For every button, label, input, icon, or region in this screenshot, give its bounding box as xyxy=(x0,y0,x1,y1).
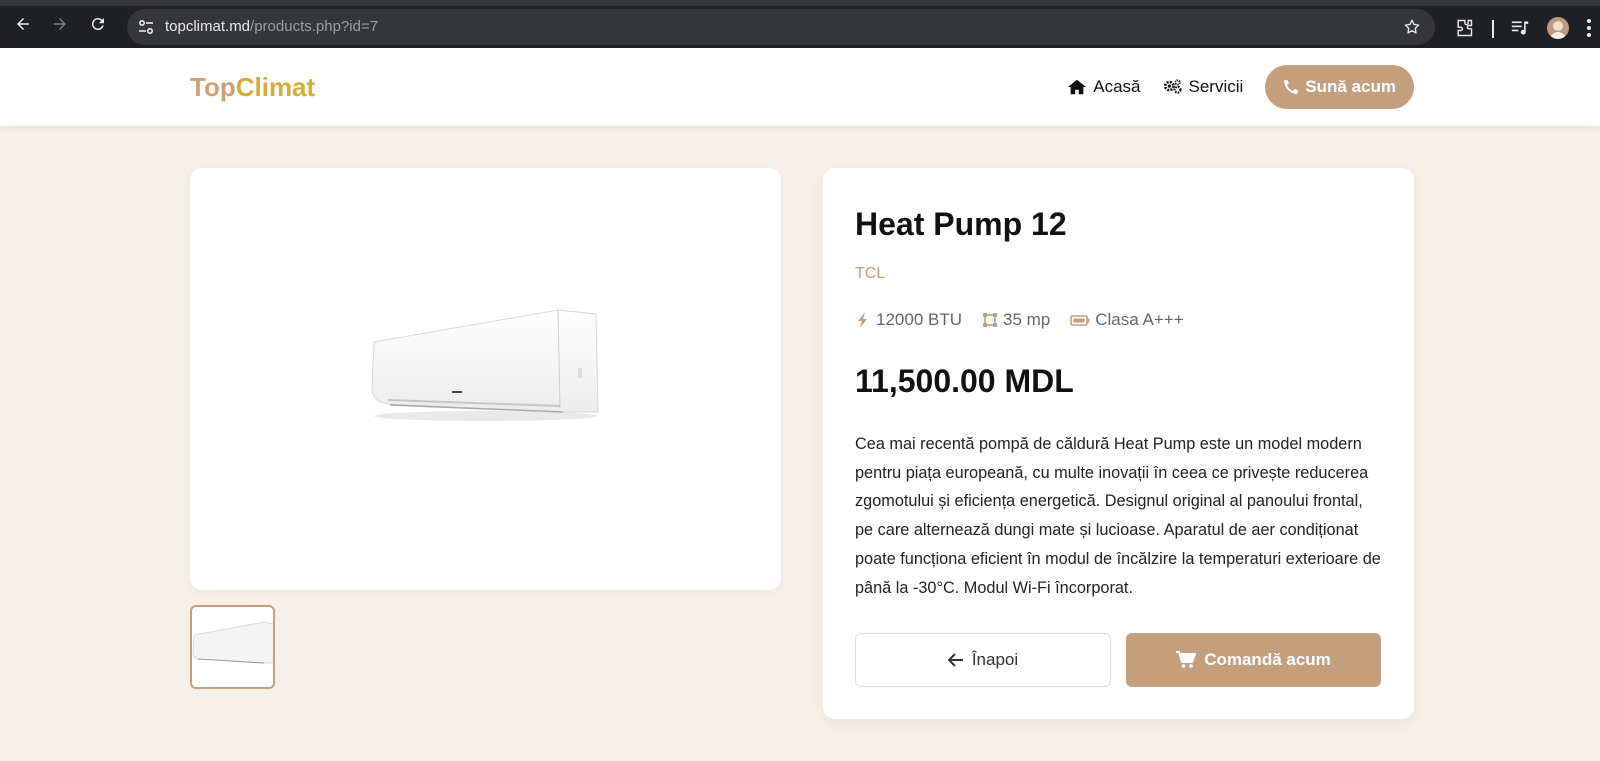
area-icon xyxy=(983,313,997,327)
forward-nav-icon[interactable] xyxy=(48,12,72,36)
profile-avatar[interactable] xyxy=(1547,17,1569,39)
call-now-label: Sună acum xyxy=(1305,77,1396,96)
spec-btu-label: 12000 BTU xyxy=(876,310,962,329)
media-control-icon[interactable] xyxy=(1510,19,1530,37)
cart-icon xyxy=(1176,651,1197,668)
product-image-card xyxy=(190,168,781,590)
address-bar[interactable]: topclimat.md/products.php?id=7 xyxy=(127,9,1435,45)
nav-services-label: Servicii xyxy=(1188,77,1244,96)
product-info-card: Heat Pump 12 TCL 12000 BTU 35 mp Clasa A… xyxy=(823,168,1414,719)
product-specs: 12000 BTU 35 mp Clasa A+++ xyxy=(855,310,1184,330)
more-menu-icon[interactable] xyxy=(1586,18,1592,38)
product-description: Cea mai recentă pompă de căldură Heat Pu… xyxy=(855,435,1381,597)
main-nav: Acasă Servicii Sună acum xyxy=(1067,65,1414,109)
bolt-icon xyxy=(858,312,867,328)
extensions-icon[interactable] xyxy=(1454,18,1474,38)
site-settings-icon[interactable] xyxy=(137,19,155,35)
nav-services[interactable]: Servicii xyxy=(1163,77,1244,97)
back-button-label: Înapoi xyxy=(971,650,1019,669)
back-nav-icon[interactable] xyxy=(11,12,35,36)
toolbar-divider xyxy=(1492,20,1494,38)
spec-area-label: 35 mp xyxy=(1003,310,1051,329)
gears-icon xyxy=(1163,79,1182,94)
browser-toolbar: topclimat.md/products.php?id=7 xyxy=(0,0,1600,48)
product-image[interactable] xyxy=(368,308,600,422)
spec-btu: 12000 BTU xyxy=(855,310,962,330)
reload-icon[interactable] xyxy=(86,12,110,36)
product-title: Heat Pump 12 xyxy=(855,206,1067,242)
battery-icon xyxy=(1070,315,1090,326)
order-now-button[interactable]: Comandă acum xyxy=(1126,633,1381,687)
nav-home[interactable]: Acasă xyxy=(1067,77,1141,97)
back-button[interactable]: Înapoi xyxy=(855,633,1111,687)
thumbnail-image xyxy=(192,621,273,664)
phone-icon xyxy=(1284,80,1299,94)
spec-class-label: Clasa A+++ xyxy=(1095,310,1184,329)
call-now-button[interactable]: Sună acum xyxy=(1265,65,1414,109)
bookmark-star-icon[interactable] xyxy=(1403,18,1421,36)
spec-area: 35 mp xyxy=(982,310,1050,330)
url-text: topclimat.md/products.php?id=7 xyxy=(165,18,379,35)
arrow-left-icon xyxy=(947,653,963,667)
nav-home-label: Acasă xyxy=(1093,77,1141,96)
home-icon xyxy=(1068,79,1087,95)
order-now-label: Comandă acum xyxy=(1204,650,1331,669)
site-header: TopClimat Acasă Servicii Sună acum xyxy=(0,48,1600,126)
product-thumbnail[interactable] xyxy=(190,605,275,689)
product-price: 11,500.00 MDL xyxy=(855,363,1074,399)
product-brand: TCL xyxy=(855,265,886,282)
spec-class: Clasa A+++ xyxy=(1070,310,1184,330)
site-logo[interactable]: TopClimat xyxy=(190,72,315,103)
